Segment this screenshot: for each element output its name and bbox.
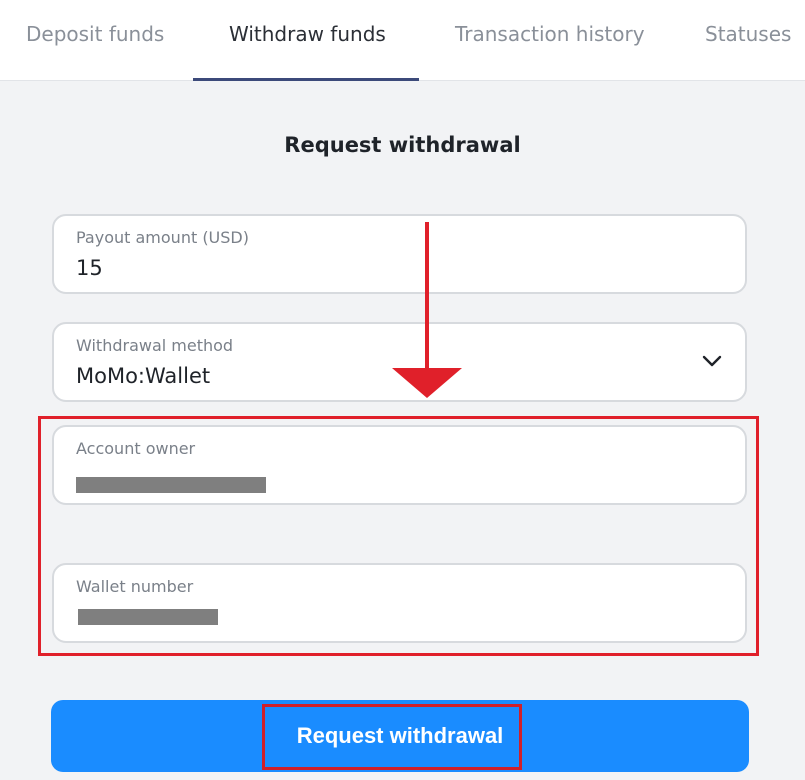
withdrawal-method-value: MoMo:Wallet [76, 364, 211, 388]
annotation-highlight-box [38, 416, 759, 656]
withdrawal-method-label: Withdrawal method [76, 336, 234, 355]
withdraw-page: Deposit funds Withdraw funds Transaction… [0, 0, 805, 780]
tab-withdraw-funds[interactable]: Withdraw funds [229, 0, 386, 80]
payout-amount-label: Payout amount (USD) [76, 228, 249, 247]
annotation-arrow-icon [392, 222, 462, 398]
tab-deposit-funds[interactable]: Deposit funds [26, 0, 164, 80]
chevron-down-icon[interactable] [701, 350, 723, 372]
tab-transaction-history[interactable]: Transaction history [455, 0, 645, 80]
active-tab-indicator [193, 78, 419, 81]
tab-statuses[interactable]: Statuses [705, 0, 791, 80]
form-title: Request withdrawal [284, 133, 521, 157]
payout-amount-value[interactable]: 15 [76, 256, 103, 280]
tab-bar: Deposit funds Withdraw funds Transaction… [0, 0, 805, 81]
annotation-button-highlight [262, 704, 522, 770]
